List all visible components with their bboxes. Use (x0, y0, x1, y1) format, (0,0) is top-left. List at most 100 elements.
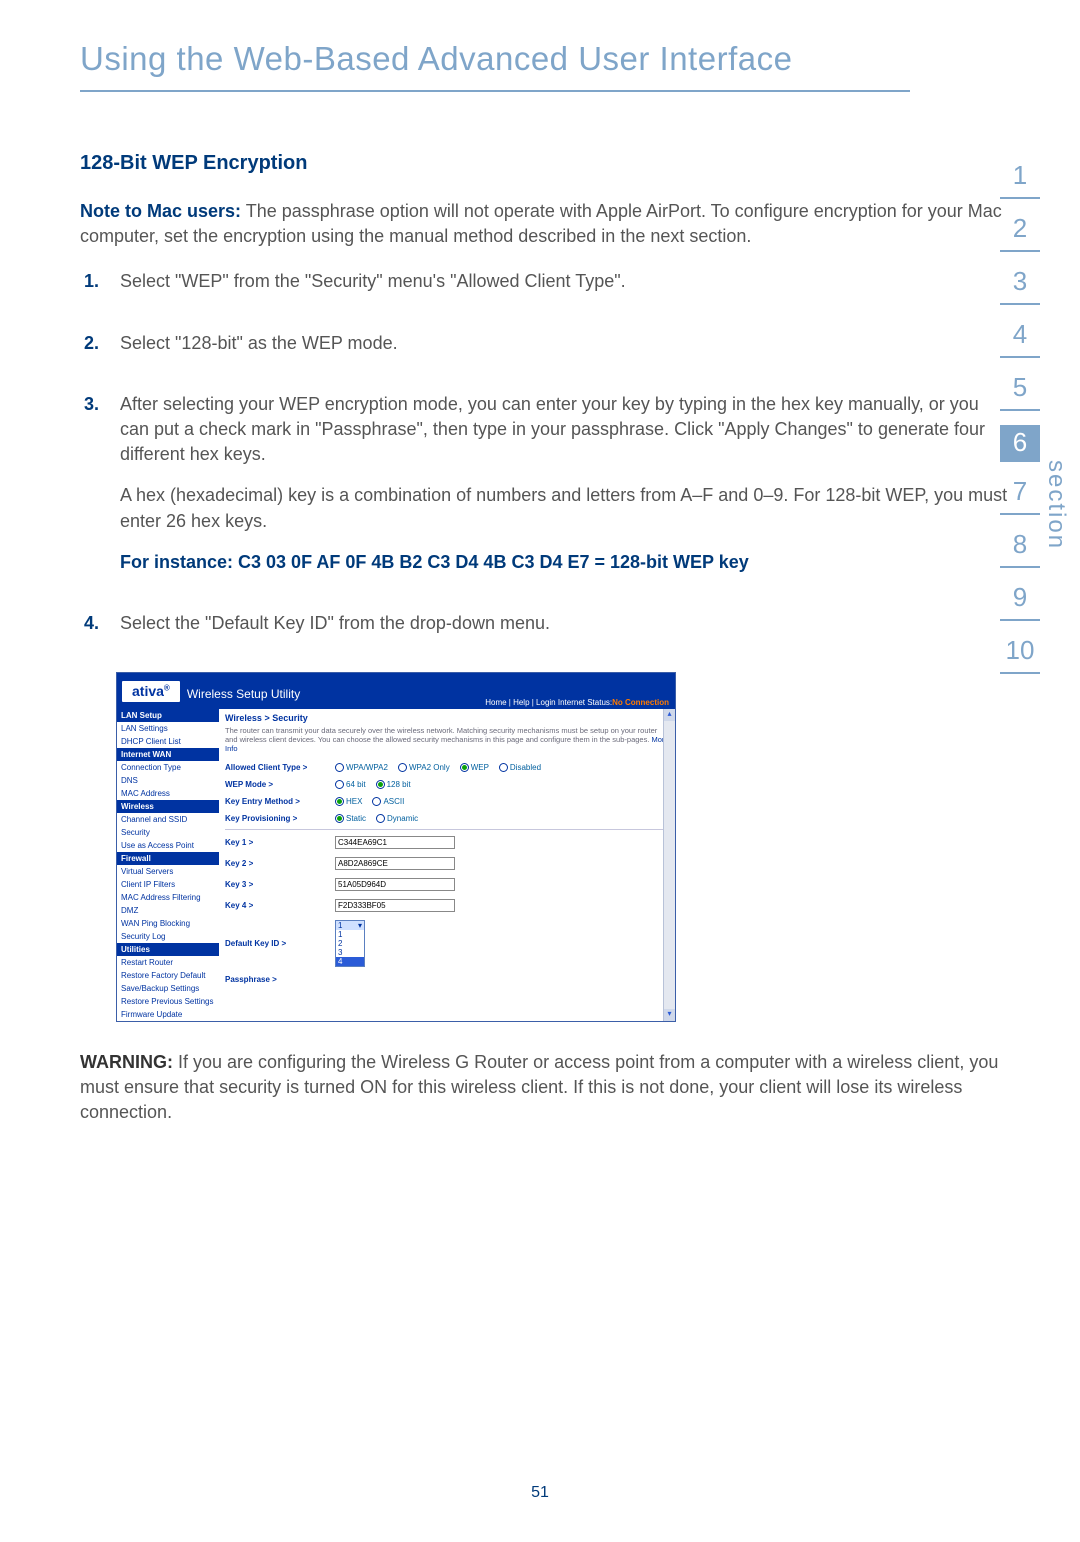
sidebar-item[interactable]: Connection Type (117, 761, 219, 774)
radio-64-bit[interactable]: 64 bit (335, 780, 366, 789)
radio-wep[interactable]: WEP (460, 763, 489, 772)
scroll-up-arrow-icon[interactable] (664, 709, 675, 721)
passphrase-label: Passphrase > (225, 975, 335, 984)
sidebar-item[interactable]: MAC Address (117, 787, 219, 800)
step-number: 1. (84, 269, 120, 310)
section-tab-5[interactable]: 5 (1000, 372, 1040, 411)
radio-wpa/wpa2[interactable]: WPA/WPA2 (335, 763, 388, 772)
sidebar-item[interactable]: DMZ (117, 904, 219, 917)
sidebar-item[interactable]: Firmware Update (117, 1008, 219, 1021)
sidebar-item[interactable]: Restore Factory Default (117, 969, 219, 982)
key-label: Key 3 > (225, 880, 335, 889)
top-nav-links[interactable]: Home | Help | Login Internet Status:No C… (485, 698, 669, 707)
radio-static[interactable]: Static (335, 814, 366, 823)
step-text: Select "128-bit" as the WEP mode. (120, 331, 1010, 356)
sidebar-item[interactable]: MAC Address Filtering (117, 891, 219, 904)
warning-text: If you are configuring the Wireless G Ro… (80, 1052, 998, 1122)
sidebar-group: LAN Setup (117, 709, 219, 722)
wep-key-input[interactable] (335, 878, 455, 891)
radio-dynamic[interactable]: Dynamic (376, 814, 418, 823)
wep-key-input[interactable] (335, 857, 455, 870)
section-tabs: 1 2 3 4 5 6 7 8 9 10 (1000, 160, 1040, 674)
router-topbar: ativa® Wireless Setup Utility Home | Hel… (117, 673, 675, 709)
note-label: Note to Mac users: (80, 201, 241, 221)
sidebar-group: Firewall (117, 852, 219, 865)
step-body: Select "128-bit" as the WEP mode. (120, 331, 1010, 372)
router-sidebar: LAN SetupLAN SettingsDHCP Client ListInt… (117, 709, 219, 1021)
sidebar-item[interactable]: Client IP Filters (117, 878, 219, 891)
step-body: After selecting your WEP encryption mode… (120, 392, 1010, 591)
sidebar-item[interactable]: Restart Router (117, 956, 219, 969)
step-number: 2. (84, 331, 120, 372)
sidebar-item[interactable]: Save/Backup Settings (117, 982, 219, 995)
sidebar-group: Utilities (117, 943, 219, 956)
sidebar-group: Internet WAN (117, 748, 219, 761)
sidebar-item[interactable]: LAN Settings (117, 722, 219, 735)
section-tab-3[interactable]: 3 (1000, 266, 1040, 305)
dropdown-option[interactable]: 3 (336, 948, 364, 957)
sidebar-item[interactable]: DHCP Client List (117, 735, 219, 748)
step-number: 3. (84, 392, 120, 591)
sidebar-item[interactable]: Channel and SSID (117, 813, 219, 826)
sidebar-item[interactable]: Virtual Servers (117, 865, 219, 878)
wep-mode-label: WEP Mode > (225, 780, 335, 789)
radio-disabled[interactable]: Disabled (499, 763, 541, 772)
chevron-down-icon: ▾ (358, 921, 362, 930)
wep-key-input[interactable] (335, 836, 455, 849)
sidebar-item[interactable]: Security (117, 826, 219, 839)
section-tab-8[interactable]: 8 (1000, 529, 1040, 568)
radio-ascii[interactable]: ASCII (372, 797, 404, 806)
page-number: 51 (0, 1484, 1080, 1502)
section-tab-4[interactable]: 4 (1000, 319, 1040, 358)
section-label: section (1042, 460, 1070, 550)
dropdown-option[interactable]: 2 (336, 939, 364, 948)
sidebar-item[interactable]: DNS (117, 774, 219, 787)
step-text: Select "WEP" from the "Security" menu's … (120, 269, 1010, 294)
key-label: Key 2 > (225, 859, 335, 868)
utility-title: Wireless Setup Utility (187, 687, 300, 701)
page-title: Using the Web-Based Advanced User Interf… (80, 40, 910, 92)
default-key-dropdown[interactable]: 1▾ 1234 (335, 920, 365, 967)
wep-key-input[interactable] (335, 899, 455, 912)
step-item: 1.Select "WEP" from the "Security" menu'… (84, 269, 1010, 310)
step-number: 4. (84, 611, 120, 652)
warning-paragraph: WARNING: If you are configuring the Wire… (80, 1050, 1010, 1126)
router-screenshot: ativa® Wireless Setup Utility Home | Hel… (116, 672, 676, 1022)
sidebar-item[interactable]: WAN Ping Blocking (117, 917, 219, 930)
section-tab-7[interactable]: 7 (1000, 476, 1040, 515)
section-tab-10[interactable]: 10 (1000, 635, 1040, 674)
security-description: The router can transmit your data secure… (225, 726, 669, 753)
section-tab-9[interactable]: 9 (1000, 582, 1040, 621)
section-tab-6[interactable]: 6 (1000, 425, 1040, 462)
scroll-down-arrow-icon[interactable] (664, 1009, 675, 1021)
dropdown-option[interactable]: 4 (336, 957, 364, 966)
warning-label: WARNING: (80, 1052, 173, 1072)
steps-list: 1.Select "WEP" from the "Security" menu'… (84, 269, 1010, 652)
dropdown-option[interactable]: 1 (336, 930, 364, 939)
breadcrumb: Wireless > Security (225, 713, 669, 723)
more-info-link[interactable]: More Info (225, 735, 669, 753)
step-text: A hex (hexadecimal) key is a combination… (120, 483, 1010, 533)
scrollbar[interactable] (663, 709, 675, 1021)
key-method-label: Key Entry Method > (225, 797, 335, 806)
step-body: Select the "Default Key ID" from the dro… (120, 611, 1010, 652)
key-label: Key 4 > (225, 901, 335, 910)
key-label: Key 1 > (225, 838, 335, 847)
section-heading: 128-Bit WEP Encryption (80, 152, 1010, 175)
radio-wpa2-only[interactable]: WPA2 Only (398, 763, 450, 772)
radio-128-bit[interactable]: 128 bit (376, 780, 411, 789)
sidebar-item[interactable]: Restore Previous Settings (117, 995, 219, 1008)
mac-note-paragraph: Note to Mac users: The passphrase option… (80, 199, 1010, 249)
section-tab-1[interactable]: 1 (1000, 160, 1040, 199)
wep-key-example: For instance: C3 03 0F AF 0F 4B B2 C3 D4… (120, 550, 1010, 575)
default-key-label: Default Key ID > (225, 939, 335, 948)
sidebar-item[interactable]: Security Log (117, 930, 219, 943)
step-item: 2.Select "128-bit" as the WEP mode. (84, 331, 1010, 372)
section-tab-2[interactable]: 2 (1000, 213, 1040, 252)
key-prov-label: Key Provisioning > (225, 814, 335, 823)
sidebar-item[interactable]: Use as Access Point (117, 839, 219, 852)
sidebar-group: Wireless (117, 800, 219, 813)
step-body: Select "WEP" from the "Security" menu's … (120, 269, 1010, 310)
radio-hex[interactable]: HEX (335, 797, 362, 806)
router-content: Wireless > Security The router can trans… (219, 709, 675, 1021)
